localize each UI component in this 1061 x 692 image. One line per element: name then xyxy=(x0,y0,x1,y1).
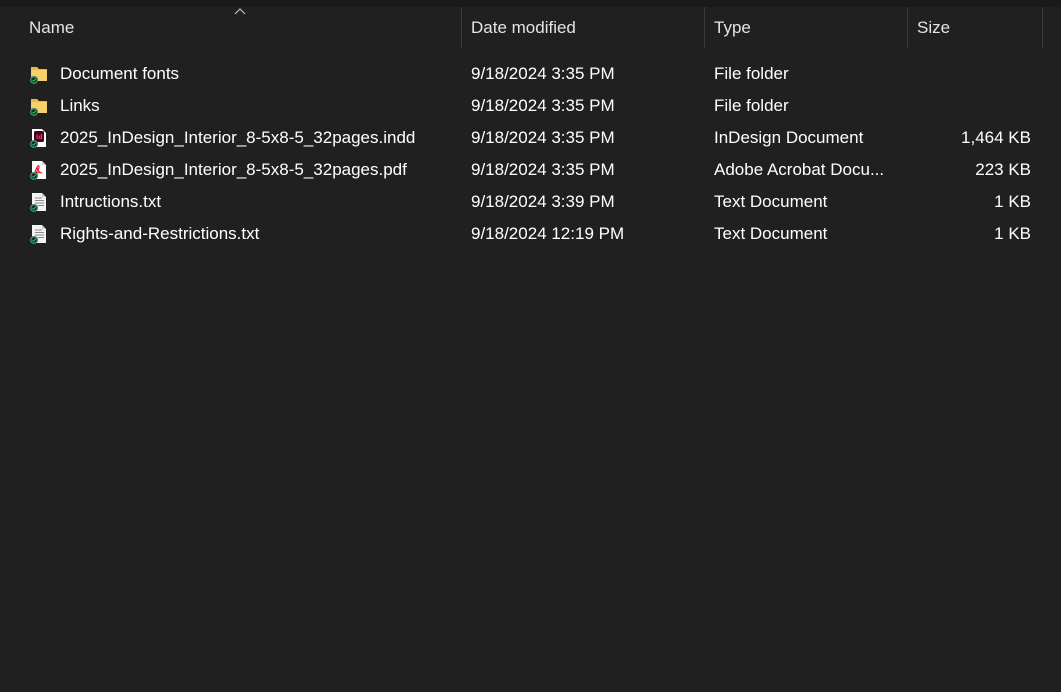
file-date: 9/18/2024 3:35 PM xyxy=(471,160,615,179)
folder-icon xyxy=(29,64,49,84)
file-size: 1 KB xyxy=(994,192,1031,211)
file-size: 1,464 KB xyxy=(961,128,1031,147)
column-header: Name Date modified Type Size xyxy=(0,7,1061,48)
file-name: Rights-and-Restrictions.txt xyxy=(60,224,260,243)
file-size xyxy=(910,58,1031,90)
svg-text:Id: Id xyxy=(36,134,43,141)
column-name-header[interactable]: Name xyxy=(20,7,461,48)
text-file-icon xyxy=(29,224,49,244)
file-date: 9/18/2024 12:19 PM xyxy=(471,224,625,243)
file-row[interactable]: Links 9/18/2024 3:35 PM File folder xyxy=(0,90,1061,122)
column-date-header[interactable]: Date modified xyxy=(462,7,704,48)
file-name: Intructions.txt xyxy=(60,192,162,211)
file-date: 9/18/2024 3:35 PM xyxy=(471,128,615,147)
file-name: Links xyxy=(60,96,100,115)
column-separator[interactable] xyxy=(1042,7,1043,48)
file-size xyxy=(910,90,1031,122)
file-row[interactable]: Rights-and-Restrictions.txt 9/18/2024 12… xyxy=(0,218,1061,250)
file-date: 9/18/2024 3:39 PM xyxy=(471,192,615,211)
text-file-icon xyxy=(29,192,49,212)
file-list: Document fonts 9/18/2024 3:35 PM File fo… xyxy=(0,58,1061,250)
column-type-header[interactable]: Type xyxy=(705,7,907,48)
file-type: InDesign Document xyxy=(714,128,864,147)
file-date: 9/18/2024 3:35 PM xyxy=(471,96,615,115)
file-row[interactable]: Id 2025_InDesign_Interior_8-5x8-5_32page… xyxy=(0,122,1061,154)
indesign-file-icon: Id xyxy=(29,128,49,148)
file-type: Text Document xyxy=(714,224,828,243)
file-name: 2025_InDesign_Interior_8-5x8-5_32pages.i… xyxy=(60,128,416,147)
file-type: Text Document xyxy=(714,192,828,211)
column-size-header[interactable]: Size xyxy=(908,7,1042,48)
pdf-file-icon xyxy=(29,160,49,180)
file-size: 1 KB xyxy=(994,224,1031,243)
file-row[interactable]: Intructions.txt 9/18/2024 3:39 PM Text D… xyxy=(0,186,1061,218)
file-name: 2025_InDesign_Interior_8-5x8-5_32pages.p… xyxy=(60,160,407,179)
folder-icon xyxy=(29,96,49,116)
file-date: 9/18/2024 3:35 PM xyxy=(471,64,615,83)
title-strip xyxy=(0,0,1061,7)
file-size: 223 KB xyxy=(975,160,1031,179)
file-type: File folder xyxy=(714,96,789,115)
file-type: File folder xyxy=(714,64,789,83)
file-row[interactable]: Document fonts 9/18/2024 3:35 PM File fo… xyxy=(0,58,1061,90)
file-row[interactable]: 2025_InDesign_Interior_8-5x8-5_32pages.p… xyxy=(0,154,1061,186)
file-name: Document fonts xyxy=(60,64,180,83)
file-type: Adobe Acrobat Docu... xyxy=(714,160,885,179)
